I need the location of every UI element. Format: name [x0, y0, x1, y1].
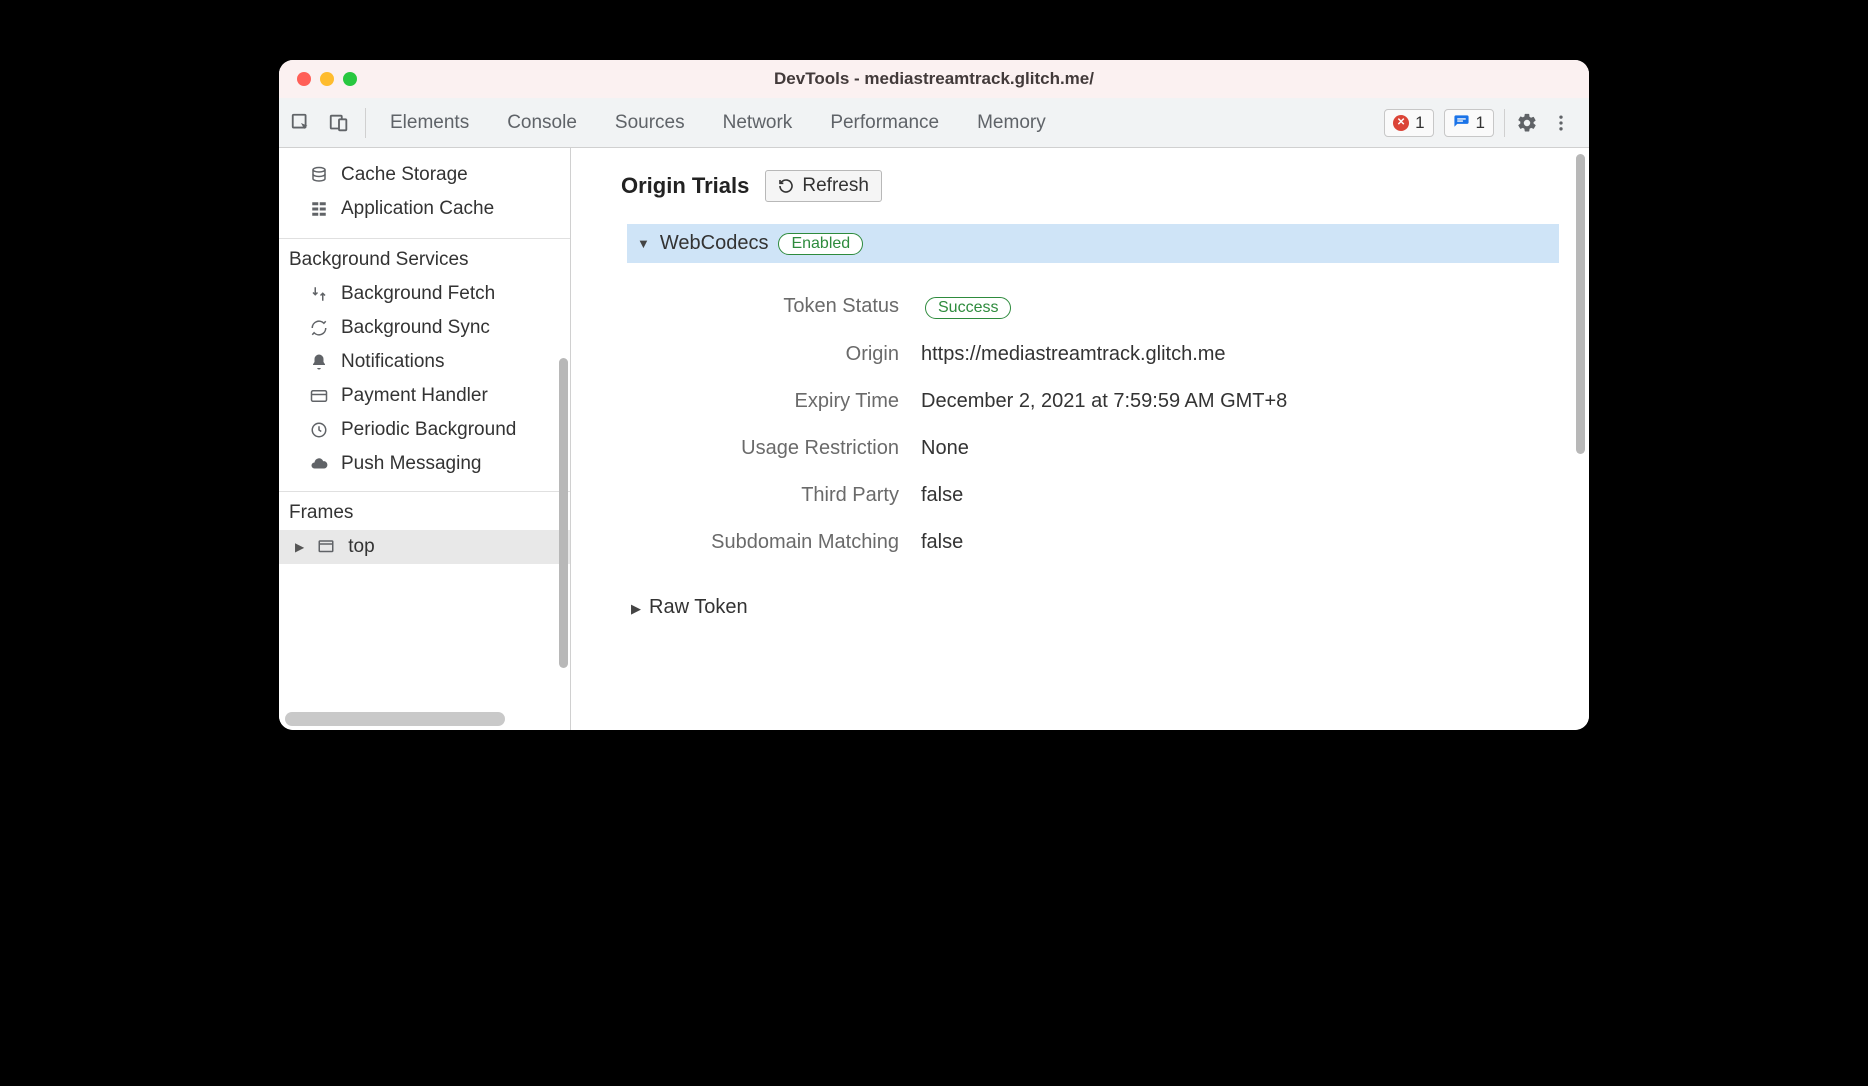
error-count-badge[interactable]: 1	[1384, 109, 1433, 137]
bell-icon	[309, 353, 329, 371]
subdomain-matching-label: Subdomain Matching	[621, 531, 921, 554]
refresh-button[interactable]: Refresh	[765, 170, 882, 202]
sidebar-heading-frames: Frames	[279, 492, 570, 530]
usage-restriction-label: Usage Restriction	[621, 437, 921, 460]
sidebar-item-label: Periodic Background	[341, 419, 516, 441]
sidebar-heading-background-services: Background Services	[279, 239, 570, 277]
sidebar-item-cache-storage[interactable]: Cache Storage	[279, 158, 570, 192]
origin-label: Origin	[621, 343, 921, 366]
titlebar: DevTools - mediastreamtrack.glitch.me/	[279, 60, 1589, 98]
sidebar-scrollbar-vertical[interactable]	[559, 358, 568, 668]
tab-elements[interactable]: Elements	[390, 112, 469, 134]
clock-icon	[309, 421, 329, 439]
sidebar-item-label: Push Messaging	[341, 453, 481, 475]
tab-network[interactable]: Network	[723, 112, 793, 134]
sidebar: Cache Storage Application Cache Backgrou…	[279, 148, 571, 730]
sidebar-scrollbar-horizontal[interactable]	[285, 712, 505, 726]
grid-icon	[309, 200, 329, 218]
sidebar-item-application-cache[interactable]: Application Cache	[279, 192, 570, 226]
settings-icon[interactable]	[1515, 111, 1539, 135]
subdomain-matching-value: false	[921, 531, 963, 554]
main-scrollbar-vertical[interactable]	[1576, 154, 1585, 454]
tab-performance[interactable]: Performance	[830, 112, 939, 134]
toolbar: Elements Console Sources Network Perform…	[279, 98, 1589, 148]
sidebar-item-frame-top[interactable]: ▶ top	[279, 530, 570, 564]
database-icon	[309, 166, 329, 184]
raw-token-label: Raw Token	[649, 596, 748, 619]
sidebar-item-label: Cache Storage	[341, 164, 468, 186]
token-status-label: Token Status	[621, 295, 921, 319]
expand-icon	[631, 596, 641, 619]
sidebar-item-payment-handler[interactable]: Payment Handler	[279, 379, 570, 413]
usage-restriction-value: None	[921, 437, 969, 460]
traffic-lights	[279, 72, 357, 86]
tab-sources[interactable]: Sources	[615, 112, 685, 134]
sidebar-item-label: Background Sync	[341, 317, 490, 339]
refresh-label: Refresh	[802, 175, 869, 197]
expand-icon: ▶	[295, 540, 304, 554]
sidebar-item-label: Payment Handler	[341, 385, 488, 407]
origin-value: https://mediastreamtrack.glitch.me	[921, 343, 1226, 366]
tab-console[interactable]: Console	[507, 112, 577, 134]
sidebar-item-background-sync[interactable]: Background Sync	[279, 311, 570, 345]
sidebar-item-label: Notifications	[341, 351, 445, 373]
trial-status-badge: Enabled	[778, 233, 863, 255]
card-icon	[309, 387, 329, 405]
device-toggle-icon[interactable]	[327, 111, 351, 135]
raw-token-toggle[interactable]: Raw Token	[621, 566, 1589, 619]
sidebar-item-label: Application Cache	[341, 198, 494, 220]
sidebar-item-label: Background Fetch	[341, 283, 495, 305]
cloud-icon	[309, 455, 329, 473]
expiry-label: Expiry Time	[621, 390, 921, 413]
minimize-window-button[interactable]	[320, 72, 334, 86]
frame-icon	[316, 538, 336, 556]
sidebar-item-notifications[interactable]: Notifications	[279, 345, 570, 379]
third-party-label: Third Party	[621, 484, 921, 507]
issues-count: 1	[1476, 113, 1485, 133]
error-count: 1	[1415, 113, 1424, 133]
refresh-icon	[778, 178, 794, 194]
sidebar-item-push-messaging[interactable]: Push Messaging	[279, 447, 570, 481]
fetch-icon	[309, 285, 329, 303]
issues-count-badge[interactable]: 1	[1444, 109, 1494, 137]
tab-memory[interactable]: Memory	[977, 112, 1046, 134]
trial-details: Token Status Success Origin https://medi…	[621, 263, 1589, 566]
issues-icon	[1453, 114, 1470, 131]
sidebar-item-background-fetch[interactable]: Background Fetch	[279, 277, 570, 311]
origin-trial-row[interactable]: ▼ WebCodecs Enabled	[627, 224, 1559, 263]
panel-title: Origin Trials	[621, 173, 749, 199]
error-icon	[1393, 115, 1409, 131]
zoom-window-button[interactable]	[343, 72, 357, 86]
collapse-icon: ▼	[637, 236, 650, 251]
devtools-window: DevTools - mediastreamtrack.glitch.me/ E…	[279, 60, 1589, 730]
expiry-value: December 2, 2021 at 7:59:59 AM GMT+8	[921, 390, 1287, 413]
third-party-value: false	[921, 484, 963, 507]
sidebar-item-periodic-background[interactable]: Periodic Background	[279, 413, 570, 447]
main-panel: Origin Trials Refresh ▼ WebCodecs Enable…	[571, 148, 1589, 730]
close-window-button[interactable]	[297, 72, 311, 86]
sync-icon	[309, 319, 329, 337]
token-status-badge: Success	[925, 297, 1011, 319]
inspect-element-icon[interactable]	[289, 111, 313, 135]
trial-name: WebCodecs	[660, 232, 769, 255]
window-title: DevTools - mediastreamtrack.glitch.me/	[279, 69, 1589, 89]
panel-tabs: Elements Console Sources Network Perform…	[366, 112, 1384, 134]
more-menu-icon[interactable]	[1549, 111, 1573, 135]
sidebar-item-label: top	[348, 536, 374, 558]
